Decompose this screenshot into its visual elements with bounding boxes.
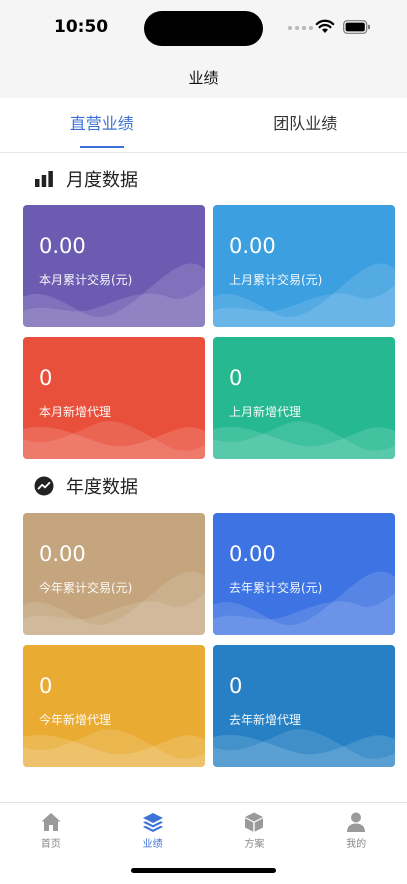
layers-icon xyxy=(142,811,164,833)
card-this-year-new-agents[interactable]: 0 今年新增代理 xyxy=(23,645,205,767)
card-value: 0 xyxy=(229,366,242,390)
card-label: 本月累计交易(元) xyxy=(39,271,132,288)
yearly-section-title: 年度数据 xyxy=(66,473,138,499)
tab-label: 直营业绩 xyxy=(70,114,134,133)
card-label: 本月新增代理 xyxy=(39,403,111,420)
wave-decoration xyxy=(213,205,395,327)
card-value: 0 xyxy=(39,366,52,390)
card-this-year-transactions[interactable]: 0.00 今年累计交易(元) xyxy=(23,513,205,635)
card-value: 0.00 xyxy=(39,542,86,566)
card-label: 去年新增代理 xyxy=(229,711,301,728)
wifi-icon xyxy=(315,18,335,34)
card-last-year-transactions[interactable]: 0.00 去年累计交易(元) xyxy=(213,513,395,635)
card-value: 0.00 xyxy=(229,234,276,258)
tabbar-label: 业绩 xyxy=(102,835,204,850)
tabbar-item-home[interactable]: 首页 xyxy=(0,803,102,884)
cellular-signal-icon xyxy=(288,26,313,30)
card-this-month-transactions[interactable]: 0.00 本月累计交易(元) xyxy=(23,205,205,327)
tab-direct-performance[interactable]: 直营业绩 xyxy=(0,98,204,152)
card-last-month-transactions[interactable]: 0.00 上月累计交易(元) xyxy=(213,205,395,327)
card-label: 去年累计交易(元) xyxy=(229,579,322,596)
home-icon xyxy=(40,811,62,833)
page-title: 业绩 xyxy=(188,67,218,88)
card-value: 0 xyxy=(39,674,52,698)
card-last-month-new-agents[interactable]: 0 上月新增代理 xyxy=(213,337,395,459)
trend-icon xyxy=(34,476,54,496)
card-label: 今年新增代理 xyxy=(39,711,111,728)
performance-tabs: 直营业绩 团队业绩 xyxy=(0,98,407,153)
monthly-section-title: 月度数据 xyxy=(66,166,138,192)
card-value: 0 xyxy=(229,674,242,698)
user-icon xyxy=(345,811,367,833)
active-tab-indicator xyxy=(80,146,124,148)
tab-label: 团队业绩 xyxy=(273,114,337,133)
card-last-year-new-agents[interactable]: 0 去年新增代理 xyxy=(213,645,395,767)
tabbar-label: 方案 xyxy=(204,835,306,850)
card-this-month-new-agents[interactable]: 0 本月新增代理 xyxy=(23,337,205,459)
card-value: 0.00 xyxy=(229,542,276,566)
wave-decoration xyxy=(213,645,395,767)
wave-decoration xyxy=(23,645,205,767)
card-value: 0.00 xyxy=(39,234,86,258)
home-indicator xyxy=(131,868,276,873)
tabbar-label: 首页 xyxy=(0,835,102,850)
wave-decoration xyxy=(23,205,205,327)
battery-icon xyxy=(343,20,371,34)
card-label: 上月新增代理 xyxy=(229,403,301,420)
wave-decoration xyxy=(213,337,395,459)
bar-chart-icon xyxy=(34,169,54,189)
tabbar-label: 我的 xyxy=(305,835,407,850)
status-time: 10:50 xyxy=(54,17,108,37)
card-label: 上月累计交易(元) xyxy=(229,271,322,288)
tabbar-item-mine[interactable]: 我的 xyxy=(305,803,407,884)
status-bar: 10:50 xyxy=(0,0,407,58)
wave-decoration xyxy=(23,337,205,459)
yearly-section-header: 年度数据 xyxy=(34,473,138,499)
box-icon xyxy=(243,811,265,833)
card-label: 今年累计交易(元) xyxy=(39,579,132,596)
monthly-section-header: 月度数据 xyxy=(34,166,138,192)
tab-team-performance[interactable]: 团队业绩 xyxy=(204,98,407,152)
wave-decoration xyxy=(23,513,205,635)
wave-decoration xyxy=(213,513,395,635)
dynamic-island xyxy=(144,11,263,46)
nav-bar: 业绩 xyxy=(0,58,407,98)
